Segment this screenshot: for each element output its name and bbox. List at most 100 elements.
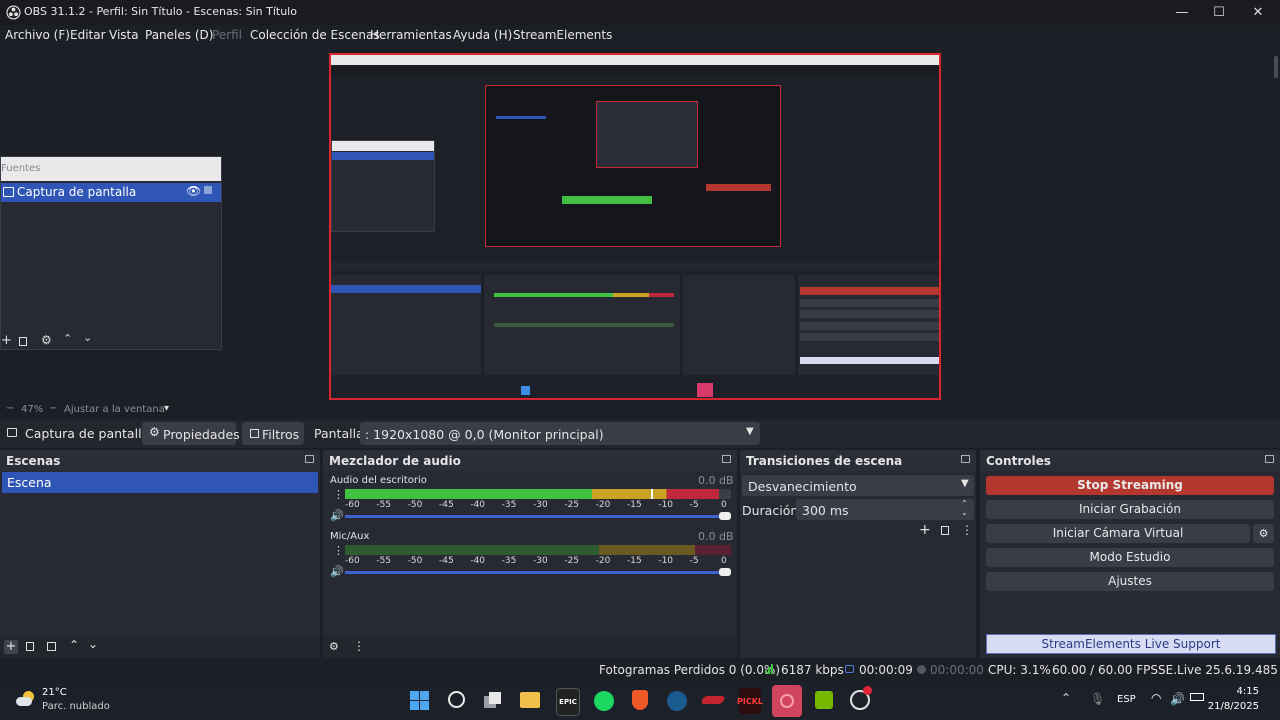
transition-menu-icon[interactable]: ⋮ xyxy=(961,523,973,537)
channel-db: 0.0 dB xyxy=(698,474,734,487)
screen-capture-preview[interactable] xyxy=(329,53,941,400)
menu-coleccion-escenas[interactable]: Colección de Escenas xyxy=(250,28,380,42)
chevron-down-icon[interactable]: ▾ xyxy=(164,403,169,414)
pickle-app-icon[interactable]: PICKL xyxy=(737,688,763,714)
trash-icon[interactable] xyxy=(26,642,34,651)
task-view-icon[interactable] xyxy=(484,692,502,708)
properties-label: Propiedades xyxy=(163,427,240,442)
menu-vista[interactable]: Vista xyxy=(109,28,139,42)
weather-icon[interactable] xyxy=(16,689,36,709)
display-select[interactable]: : 1920x1080 @ 0,0 (Monitor principal) ▼ xyxy=(360,422,760,445)
volume-slider-handle[interactable] xyxy=(719,512,731,520)
volume-icon[interactable]: 🔊 xyxy=(1170,692,1185,706)
search-icon[interactable] xyxy=(448,691,465,708)
language-indicator[interactable]: ESP xyxy=(1117,694,1136,705)
nvidia-icon[interactable] xyxy=(815,691,833,709)
studio-mode-button[interactable]: Modo Estudio xyxy=(986,548,1274,567)
eye-icon[interactable]: 👁 xyxy=(186,184,201,198)
menu-ayuda[interactable]: Ayuda (H) xyxy=(453,28,512,42)
speaker-icon[interactable]: 🔊 xyxy=(330,565,344,578)
add-transition-icon[interactable]: + xyxy=(919,522,931,538)
menu-streamelements[interactable]: StreamElements xyxy=(513,28,612,42)
clock-time[interactable]: 4:15 xyxy=(1217,686,1259,697)
chevron-down-icon[interactable]: ⌄ xyxy=(88,637,98,651)
float-dock-icon[interactable] xyxy=(961,455,970,463)
microphone-icon[interactable]: 🎙 xyxy=(1090,692,1105,706)
nested-transitions xyxy=(683,275,795,375)
chevron-up-icon[interactable]: ⌃ xyxy=(1061,691,1071,705)
filters-button[interactable]: Filtros xyxy=(242,422,304,445)
obs-app-icon[interactable] xyxy=(850,686,872,710)
gear-icon: ⚙ xyxy=(149,425,160,439)
spin-down-icon[interactable]: ⌄ xyxy=(961,508,968,517)
float-dock-icon[interactable] xyxy=(1265,455,1274,463)
add-source-icon[interactable]: + xyxy=(1,333,12,348)
chevron-up-icon[interactable]: ⌃ xyxy=(69,638,79,652)
channel-menu-icon[interactable]: ⋮ xyxy=(333,489,344,500)
battery-icon[interactable] xyxy=(1190,693,1204,701)
fit-to-window-label[interactable]: Ajustar a la ventana xyxy=(64,404,165,415)
preview-scrollbar[interactable] xyxy=(1274,56,1278,78)
volume-slider[interactable] xyxy=(345,571,725,574)
mixer-menu-icon[interactable]: ⋮ xyxy=(353,639,365,653)
speaker-icon[interactable]: 🔊 xyxy=(330,509,344,522)
gear-icon[interactable]: ⚙ xyxy=(41,333,52,347)
menu-herramientas[interactable]: Herramientas xyxy=(370,28,452,42)
start-virtual-camera-button[interactable]: Iniciar Cámara Virtual xyxy=(986,524,1250,543)
file-explorer-icon[interactable] xyxy=(520,692,540,708)
trash-icon[interactable] xyxy=(19,337,27,346)
menu-editar[interactable]: Editar xyxy=(70,28,106,42)
meter-tick-label: -45 xyxy=(439,556,454,566)
scene-item[interactable]: Escena xyxy=(2,472,318,493)
spin-up-icon[interactable]: ⌃ xyxy=(961,499,968,508)
transition-select[interactable]: Desvanecimiento ▼ xyxy=(742,475,974,496)
brave-icon[interactable] xyxy=(632,690,648,710)
meter-tick-label: -5 xyxy=(689,500,699,510)
advanced-audio-gear-icon[interactable]: ⚙ xyxy=(329,640,339,653)
float-dock-icon[interactable] xyxy=(305,455,314,463)
duration-spinbox[interactable]: 300 ms ⌃ ⌄ xyxy=(796,499,974,520)
meter-tick-label: -20 xyxy=(595,556,611,566)
game-launcher-icon[interactable] xyxy=(700,696,726,704)
stop-streaming-button[interactable]: Stop Streaming xyxy=(986,476,1274,495)
obs-recording-app-icon[interactable] xyxy=(772,685,802,717)
record-time: 00:00:00 xyxy=(930,663,984,677)
monitor-icon xyxy=(3,187,14,197)
clock-date[interactable]: 21/8/2025 xyxy=(1203,701,1259,712)
minimize-button[interactable]: — xyxy=(1162,0,1202,25)
spotify-icon[interactable] xyxy=(594,691,614,711)
menu-perfil[interactable]: Perfil xyxy=(212,28,242,42)
virtual-camera-gear-icon[interactable]: ⚙ xyxy=(1253,524,1274,543)
preview-area[interactable]: Fuentes Captura de pantalla 👁 + ⚙ ⌃ ⌄ xyxy=(0,46,1280,402)
add-scene-icon[interactable]: + xyxy=(4,640,18,654)
nested-menubar xyxy=(331,66,939,75)
trash-icon[interactable] xyxy=(941,526,949,535)
lock-icon[interactable] xyxy=(204,186,212,194)
start-recording-button[interactable]: Iniciar Grabación xyxy=(986,500,1274,519)
maximize-button[interactable]: ☐ xyxy=(1199,0,1239,25)
streamelements-support-button[interactable]: StreamElements Live Support xyxy=(986,634,1276,654)
windows-start-icon[interactable] xyxy=(410,691,430,711)
wifi-icon[interactable]: ◠ xyxy=(1151,691,1161,705)
channel-menu-icon[interactable]: ⋮ xyxy=(333,545,344,556)
floating-source-item[interactable]: Captura de pantalla 👁 xyxy=(1,183,221,202)
steam-icon[interactable] xyxy=(667,691,687,711)
close-button[interactable]: ✕ xyxy=(1238,0,1278,25)
duration-label: Duración xyxy=(742,503,799,518)
epic-games-icon[interactable]: EPIC xyxy=(556,688,580,716)
zoom-in-icon[interactable]: − xyxy=(49,403,57,414)
menu-paneles[interactable]: Paneles (D) xyxy=(145,28,213,42)
volume-slider-handle[interactable] xyxy=(719,568,731,576)
filter-icon[interactable] xyxy=(47,642,56,651)
meter-tick-label: -55 xyxy=(376,500,392,510)
chevron-up-icon[interactable]: ⌃ xyxy=(63,332,72,345)
zoom-level: 47% xyxy=(21,404,44,415)
nested-controls xyxy=(798,275,939,375)
settings-button[interactable]: Ajustes xyxy=(986,572,1274,591)
properties-button[interactable]: ⚙ Propiedades xyxy=(142,422,240,445)
float-dock-icon[interactable] xyxy=(722,455,731,463)
menu-archivo[interactable]: Archivo (F) xyxy=(5,28,70,42)
chevron-down-icon[interactable]: ⌄ xyxy=(83,331,92,344)
zoom-out-icon[interactable]: − xyxy=(6,403,14,414)
volume-slider[interactable] xyxy=(345,515,725,518)
